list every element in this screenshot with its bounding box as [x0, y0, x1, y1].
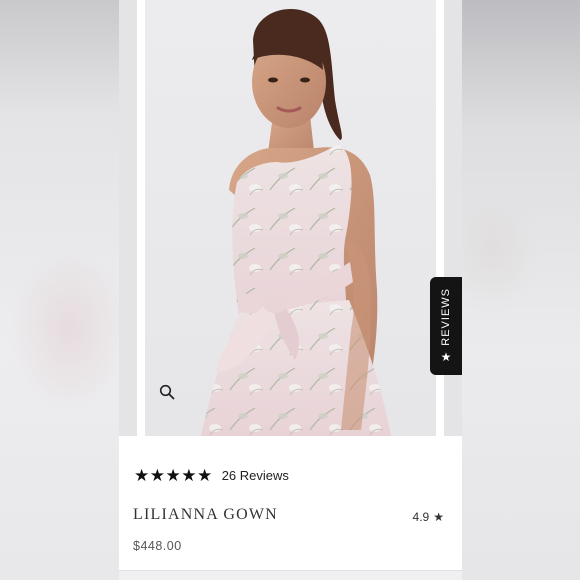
magnifier-icon — [159, 384, 175, 400]
product-image[interactable] — [145, 0, 436, 436]
product-price: $448.00 — [133, 539, 182, 553]
product-info-panel: ★★★★★ 26 Reviews LILIANNA GOWN 4.9 ★ $44… — [119, 436, 462, 580]
average-rating: 4.9 ★ — [413, 510, 444, 524]
model-illustration — [201, 9, 391, 436]
blurred-background-left — [0, 0, 119, 580]
rating-stars-icon: ★★★★★ — [134, 466, 213, 485]
zoom-button[interactable] — [159, 384, 195, 420]
star-icon: ★ — [440, 349, 452, 364]
blurred-background-right — [462, 0, 580, 580]
average-star-icon: ★ — [433, 510, 444, 524]
reviews-tab-label: REVIEWS — [440, 288, 452, 346]
previous-image-peek[interactable] — [119, 0, 137, 436]
average-rating-value: 4.9 — [412, 510, 430, 524]
rating-summary[interactable]: ★★★★★ 26 Reviews — [134, 467, 289, 484]
review-count-link[interactable]: 26 Reviews — [222, 468, 289, 483]
product-screen: REVIEWS ★ ★★★★★ 26 Reviews LILIANNA GOWN… — [119, 0, 462, 580]
product-title: LILIANNA GOWN — [133, 506, 278, 523]
next-section-edge — [119, 570, 462, 580]
reviews-side-tab[interactable]: REVIEWS ★ — [430, 277, 462, 375]
